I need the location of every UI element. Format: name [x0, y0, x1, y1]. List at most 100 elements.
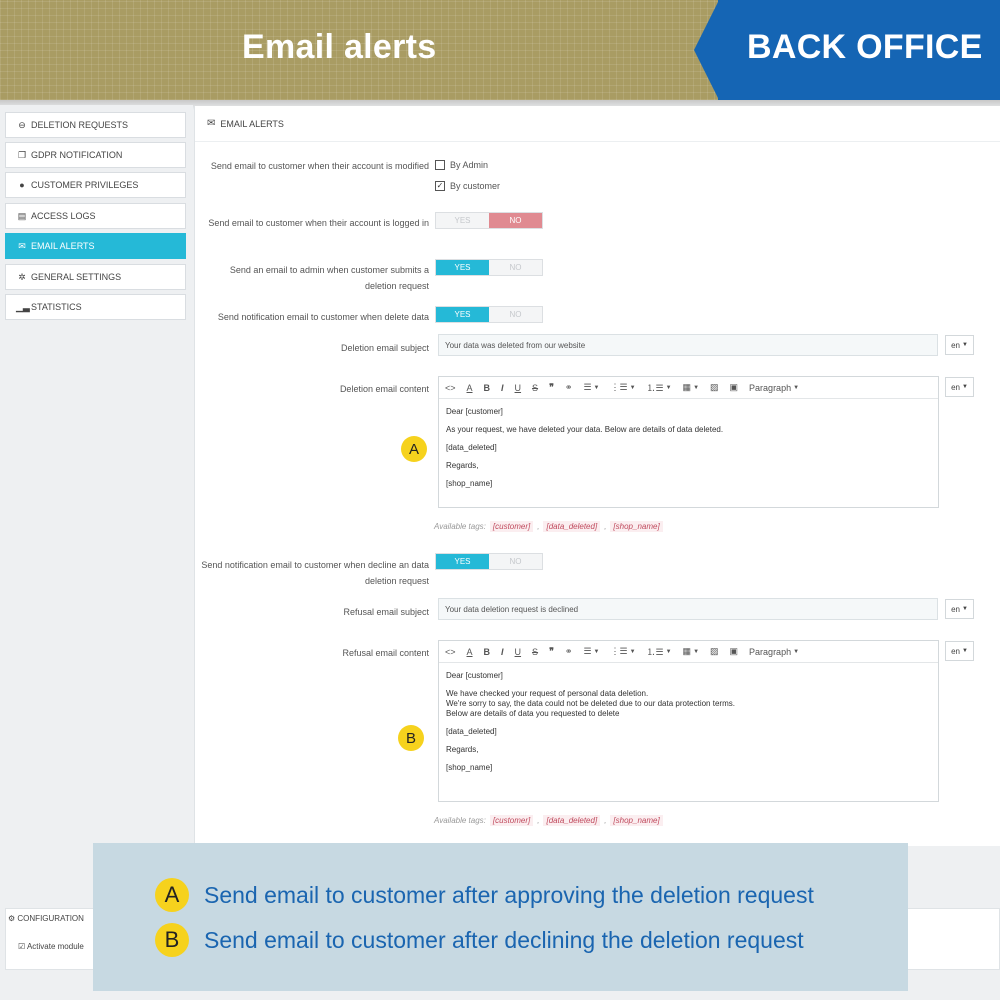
sidebar-item-access-logs[interactable]: ▤ ACCESS LOGS	[5, 203, 186, 229]
envelope-icon: ✉	[18, 240, 26, 251]
link-icon[interactable]: ⚭	[565, 646, 573, 657]
media-icon[interactable]: ▣	[730, 382, 739, 393]
strikethrough-icon[interactable]: S	[532, 647, 538, 657]
marker-b: B	[398, 725, 424, 751]
paragraph-format-select[interactable]: Paragraph ▼	[749, 647, 799, 657]
editor-body[interactable]: Dear [customer] We have checked your req…	[439, 663, 938, 789]
image-icon[interactable]: ▨	[710, 382, 719, 393]
tag-customer[interactable]: [customer]	[489, 815, 534, 826]
switch-no[interactable]: NO	[489, 554, 542, 569]
code-icon[interactable]: <>	[445, 647, 456, 657]
font-color-icon[interactable]: A	[467, 383, 473, 393]
deletion-content-lang-select[interactable]: en ▼	[945, 377, 974, 397]
sidebar-item-customer-privileges[interactable]: ● CUSTOMER PRIVILEGES	[5, 172, 186, 198]
by-admin-label: By Admin	[450, 160, 489, 170]
refusal-content-editor[interactable]: <> A B I U S ❞ ⚭ ☰ ▼ ⋮☰ ▼ ⒈☰ ▼ ▦ ▼ ▨ ▣ Parag…	[438, 640, 939, 802]
numbered-list-icon[interactable]: ⒈☰ ▼	[647, 645, 672, 658]
deletion-subject-label: Deletion email subject	[340, 343, 429, 353]
code-icon[interactable]: <>	[445, 383, 456, 393]
editor-toolbar: <> A B I U S ❞ ⚭ ☰ ▼ ⋮☰ ▼ ⒈☰ ▼ ▦ ▼ ▨ ▣ Parag…	[439, 641, 938, 663]
refusal-subject-lang-select[interactable]: en ▼	[945, 599, 974, 619]
table-icon[interactable]: ▦ ▼	[683, 382, 699, 393]
checkbox-checked-icon[interactable]: ☑	[18, 942, 25, 951]
deletion-subject-lang-select[interactable]: en ▼	[945, 335, 974, 355]
editor-line: We're sorry to say, the data could not b…	[446, 699, 735, 708]
sidebar-item-deletion-requests[interactable]: ⊖ DELETION REQUESTS	[5, 112, 186, 138]
tag-data-deleted[interactable]: [data_deleted]	[543, 521, 601, 532]
legend-row-b: B Send email to customer after declining…	[155, 923, 804, 957]
deletion-content-label: Deletion email content	[339, 384, 429, 394]
refusal-subject-input[interactable]: Your data deletion request is declined	[438, 598, 938, 620]
banner: Email alerts BACK OFFICE	[0, 0, 1000, 100]
admin-notify-switch[interactable]: YES NO	[435, 259, 543, 276]
tag-separator: ,	[537, 522, 540, 531]
quote-icon[interactable]: ❞	[549, 382, 554, 393]
paragraph-format-select[interactable]: Paragraph ▼	[749, 383, 799, 393]
bullet-list-icon[interactable]: ⋮☰ ▼	[610, 382, 635, 393]
switch-no[interactable]: NO	[489, 307, 542, 322]
switch-yes[interactable]: YES	[436, 260, 489, 275]
decline-notify-switch[interactable]: YES NO	[435, 553, 543, 570]
lang-label: en	[951, 604, 960, 614]
switch-yes[interactable]: YES	[436, 307, 489, 322]
link-icon[interactable]: ⚭	[565, 382, 573, 393]
checkbox-box[interactable]	[435, 160, 445, 170]
checkbox-box-checked[interactable]: ✓	[435, 181, 445, 191]
bullet-list-icon[interactable]: ⋮☰ ▼	[610, 646, 635, 657]
tag-data-deleted[interactable]: [data_deleted]	[543, 815, 601, 826]
activate-module-checkbox[interactable]: ☑ Activate module	[18, 942, 84, 951]
underline-icon[interactable]: U	[515, 383, 522, 393]
align-icon[interactable]: ☰ ▼	[583, 382, 599, 393]
sidebar-item-statistics[interactable]: ▁▃ STATISTICS	[5, 294, 186, 320]
legend-overlay: A Send email to customer after approving…	[93, 843, 908, 991]
italic-icon[interactable]: I	[501, 647, 504, 657]
table-icon[interactable]: ▦ ▼	[683, 646, 699, 657]
panel-title: EMAIL ALERTS	[220, 118, 284, 129]
editor-line: [shop_name]	[446, 479, 493, 488]
logged-in-switch[interactable]: YES NO	[435, 212, 543, 229]
editor-body[interactable]: Dear [customer] As your request, we have…	[439, 399, 938, 505]
sidebar-item-email-alerts[interactable]: ✉ EMAIL ALERTS	[5, 233, 186, 259]
sidebar-item-label: EMAIL ALERTS	[31, 241, 95, 251]
media-icon[interactable]: ▣	[730, 646, 739, 657]
caret-down-icon: ▼	[961, 384, 968, 390]
switch-yes[interactable]: YES	[436, 554, 489, 569]
editor-line: [data_deleted]	[446, 727, 497, 736]
sidebar-item-general-settings[interactable]: ✲ GENERAL SETTINGS	[5, 264, 186, 290]
tag-shop-name[interactable]: [shop_name]	[610, 815, 663, 826]
deletion-available-tags: Available tags: [customer], [data_delete…	[434, 521, 667, 532]
bold-icon[interactable]: B	[484, 647, 491, 657]
switch-no[interactable]: NO	[489, 260, 542, 275]
switch-yes[interactable]: YES	[436, 213, 489, 228]
caret-down-icon: ▼	[961, 342, 968, 348]
font-color-icon[interactable]: A	[467, 647, 473, 657]
sidebar-item-label: STATISTICS	[31, 302, 82, 312]
tag-shop-name[interactable]: [shop_name]	[610, 521, 663, 532]
deletion-content-editor[interactable]: <> A B I U S ❞ ⚭ ☰ ▼ ⋮☰ ▼ ⒈☰ ▼ ▦ ▼ ▨ ▣ Parag…	[438, 376, 939, 508]
envelope-icon: ✉	[207, 118, 216, 129]
notify-delete-switch[interactable]: YES NO	[435, 306, 543, 323]
editor-line: As your request, we have deleted your da…	[446, 425, 724, 434]
bold-icon[interactable]: B	[484, 383, 491, 393]
by-admin-checkbox[interactable]: By Admin	[435, 160, 488, 170]
quote-icon[interactable]: ❞	[549, 646, 554, 657]
legend-text-b: Send email to customer after declining t…	[204, 926, 804, 953]
italic-icon[interactable]: I	[501, 383, 504, 393]
strikethrough-icon[interactable]: S	[532, 383, 538, 393]
deletion-subject-input[interactable]: Your data was deleted from our website	[438, 334, 938, 356]
numbered-list-icon[interactable]: ⒈☰ ▼	[647, 381, 672, 394]
refusal-content-lang-select[interactable]: en ▼	[945, 641, 974, 661]
tags-label: Available tags:	[434, 816, 486, 825]
sidebar-item-gdpr-notification[interactable]: ❐ GDPR NOTIFICATION	[5, 142, 186, 168]
editor-line: Dear [customer]	[446, 671, 503, 680]
configuration-title: CONFIGURATION	[17, 914, 84, 923]
tag-customer[interactable]: [customer]	[489, 521, 534, 532]
refusal-available-tags: Available tags: [customer], [data_delete…	[434, 815, 667, 826]
align-icon[interactable]: ☰ ▼	[583, 646, 599, 657]
copy-icon: ❐	[17, 149, 27, 160]
switch-no[interactable]: NO	[489, 213, 542, 228]
by-customer-checkbox[interactable]: ✓ By customer	[435, 181, 500, 191]
underline-icon[interactable]: U	[515, 647, 522, 657]
image-icon[interactable]: ▨	[710, 646, 719, 657]
user-icon: ●	[19, 180, 25, 190]
